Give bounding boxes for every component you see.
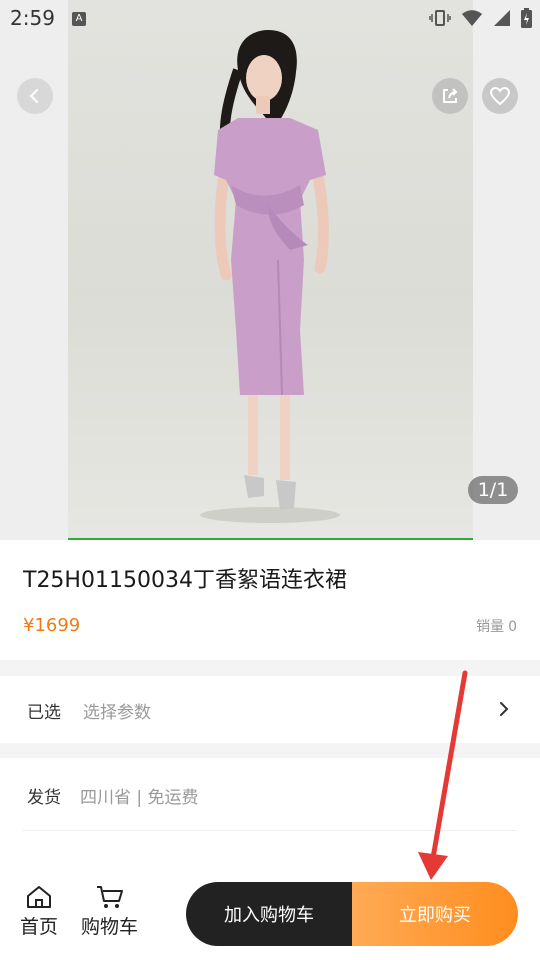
product-info: T25H01150034丁香絮语连衣裙 ¥1699 销量 0 [0,540,540,660]
nav-home[interactable]: 首页 [20,884,58,939]
ship-value: 四川省 | 免运费 [80,788,199,808]
back-icon [29,89,38,103]
heart-icon [489,86,511,106]
status-bar: 2:59 A [0,0,540,36]
sales-value: 0 [508,619,517,635]
dress-model-illustration [200,30,340,523]
wifi-icon [462,10,482,26]
add-to-cart-button[interactable]: 加入购物车 [186,882,352,946]
selected-value: 选择参数 [83,703,151,723]
bottom-action-bar: 首页 购物车 加入购物车 立即购买 [0,860,540,960]
battery-icon [521,8,532,28]
ship-label: 发货 [27,788,61,808]
share-button[interactable] [432,78,468,114]
nav-cart[interactable]: 购物车 [81,884,138,939]
product-price: ¥1699 [23,615,81,636]
divider [23,830,517,831]
notification-badge: A [72,12,86,26]
buy-now-button[interactable]: 立即购买 [352,882,518,946]
sales-count: 销量 0 [472,616,517,636]
product-gallery[interactable]: 1/1 [0,0,540,540]
share-icon [443,88,458,103]
purchase-buttons: 加入购物车 立即购买 [186,882,518,946]
image-page-indicator: 1/1 [468,476,518,504]
product-title: T25H01150034丁香絮语连衣裙 [23,568,347,593]
cart-icon [96,886,123,908]
nav-home-label: 首页 [20,916,59,938]
vibrate-icon [429,10,451,26]
signal-icon [494,10,510,26]
favorite-button[interactable] [482,78,518,114]
product-image[interactable] [68,0,473,540]
back-button[interactable] [17,78,53,114]
spec-selector-row[interactable]: 已选 选择参数 [0,676,540,743]
chevron-right-icon [500,702,509,716]
sales-label: 销量 [476,619,505,635]
nav-cart-label: 购物车 [81,916,139,938]
home-icon [27,886,51,908]
selected-label: 已选 [27,703,61,723]
status-time: 2:59 [10,6,55,30]
